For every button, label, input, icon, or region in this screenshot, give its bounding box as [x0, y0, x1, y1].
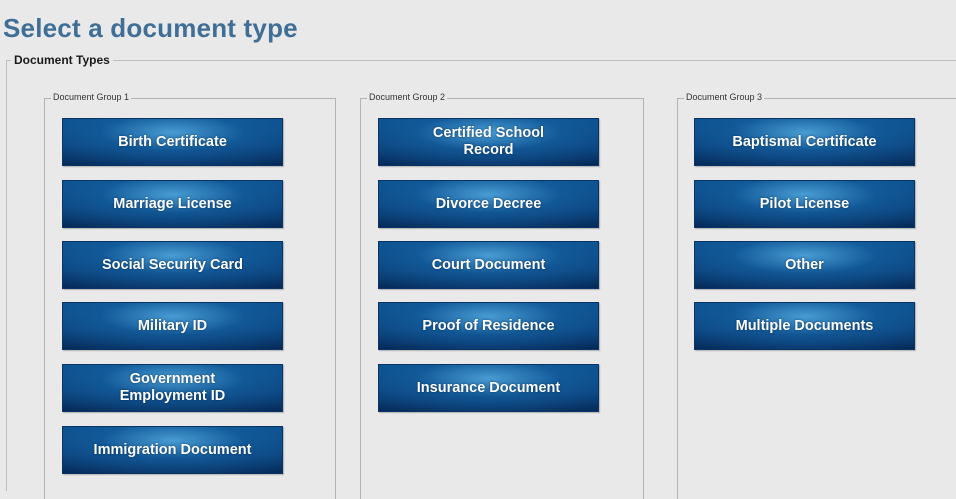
- divorce-decree-button[interactable]: Divorce Decree: [378, 180, 599, 228]
- divorce-decree-label: Divorce Decree: [435, 195, 542, 212]
- immigration-document-label: Immigration Document: [93, 441, 252, 458]
- certified-school-record-label: Certified School Record: [432, 125, 545, 158]
- baptismal-certificate-button[interactable]: Baptismal Certificate: [694, 118, 915, 166]
- birth-certificate-button[interactable]: Birth Certificate: [62, 118, 283, 166]
- insurance-document-button[interactable]: Insurance Document: [378, 364, 599, 412]
- certified-school-record-button[interactable]: Certified School Record: [378, 118, 599, 166]
- other-button[interactable]: Other: [694, 241, 915, 289]
- document-group-2-label: Document Group 2: [367, 92, 448, 102]
- proof-of-residence-label: Proof of Residence: [422, 317, 555, 334]
- birth-certificate-label: Birth Certificate: [118, 133, 227, 150]
- pilot-license-button[interactable]: Pilot License: [694, 180, 915, 228]
- document-group-3-label: Document Group 3: [684, 92, 765, 102]
- marriage-license-button[interactable]: Marriage License: [62, 180, 283, 228]
- social-security-card-label: Social Security Card: [101, 256, 244, 273]
- proof-of-residence-button[interactable]: Proof of Residence: [378, 302, 599, 350]
- court-document-button[interactable]: Court Document: [378, 241, 599, 289]
- insurance-document-label: Insurance Document: [416, 379, 561, 396]
- military-id-label: Military ID: [137, 317, 208, 334]
- page-title: Select a document type: [3, 13, 298, 43]
- government-employment-id-button[interactable]: Government Employment ID: [62, 364, 283, 412]
- multiple-documents-label: Multiple Documents: [735, 317, 874, 334]
- social-security-card-button[interactable]: Social Security Card: [62, 241, 283, 289]
- document-types-legend: Document Types: [11, 53, 113, 67]
- court-document-label: Court Document: [431, 256, 546, 273]
- immigration-document-button[interactable]: Immigration Document: [62, 426, 283, 474]
- pilot-license-label: Pilot License: [759, 195, 850, 212]
- military-id-button[interactable]: Military ID: [62, 302, 283, 350]
- other-label: Other: [785, 256, 824, 273]
- marriage-license-label: Marriage License: [113, 195, 232, 212]
- document-group-1-label: Document Group 1: [51, 92, 132, 102]
- baptismal-certificate-label: Baptismal Certificate: [732, 133, 877, 150]
- government-employment-id-label: Government Employment ID: [119, 371, 226, 404]
- multiple-documents-button[interactable]: Multiple Documents: [694, 302, 915, 350]
